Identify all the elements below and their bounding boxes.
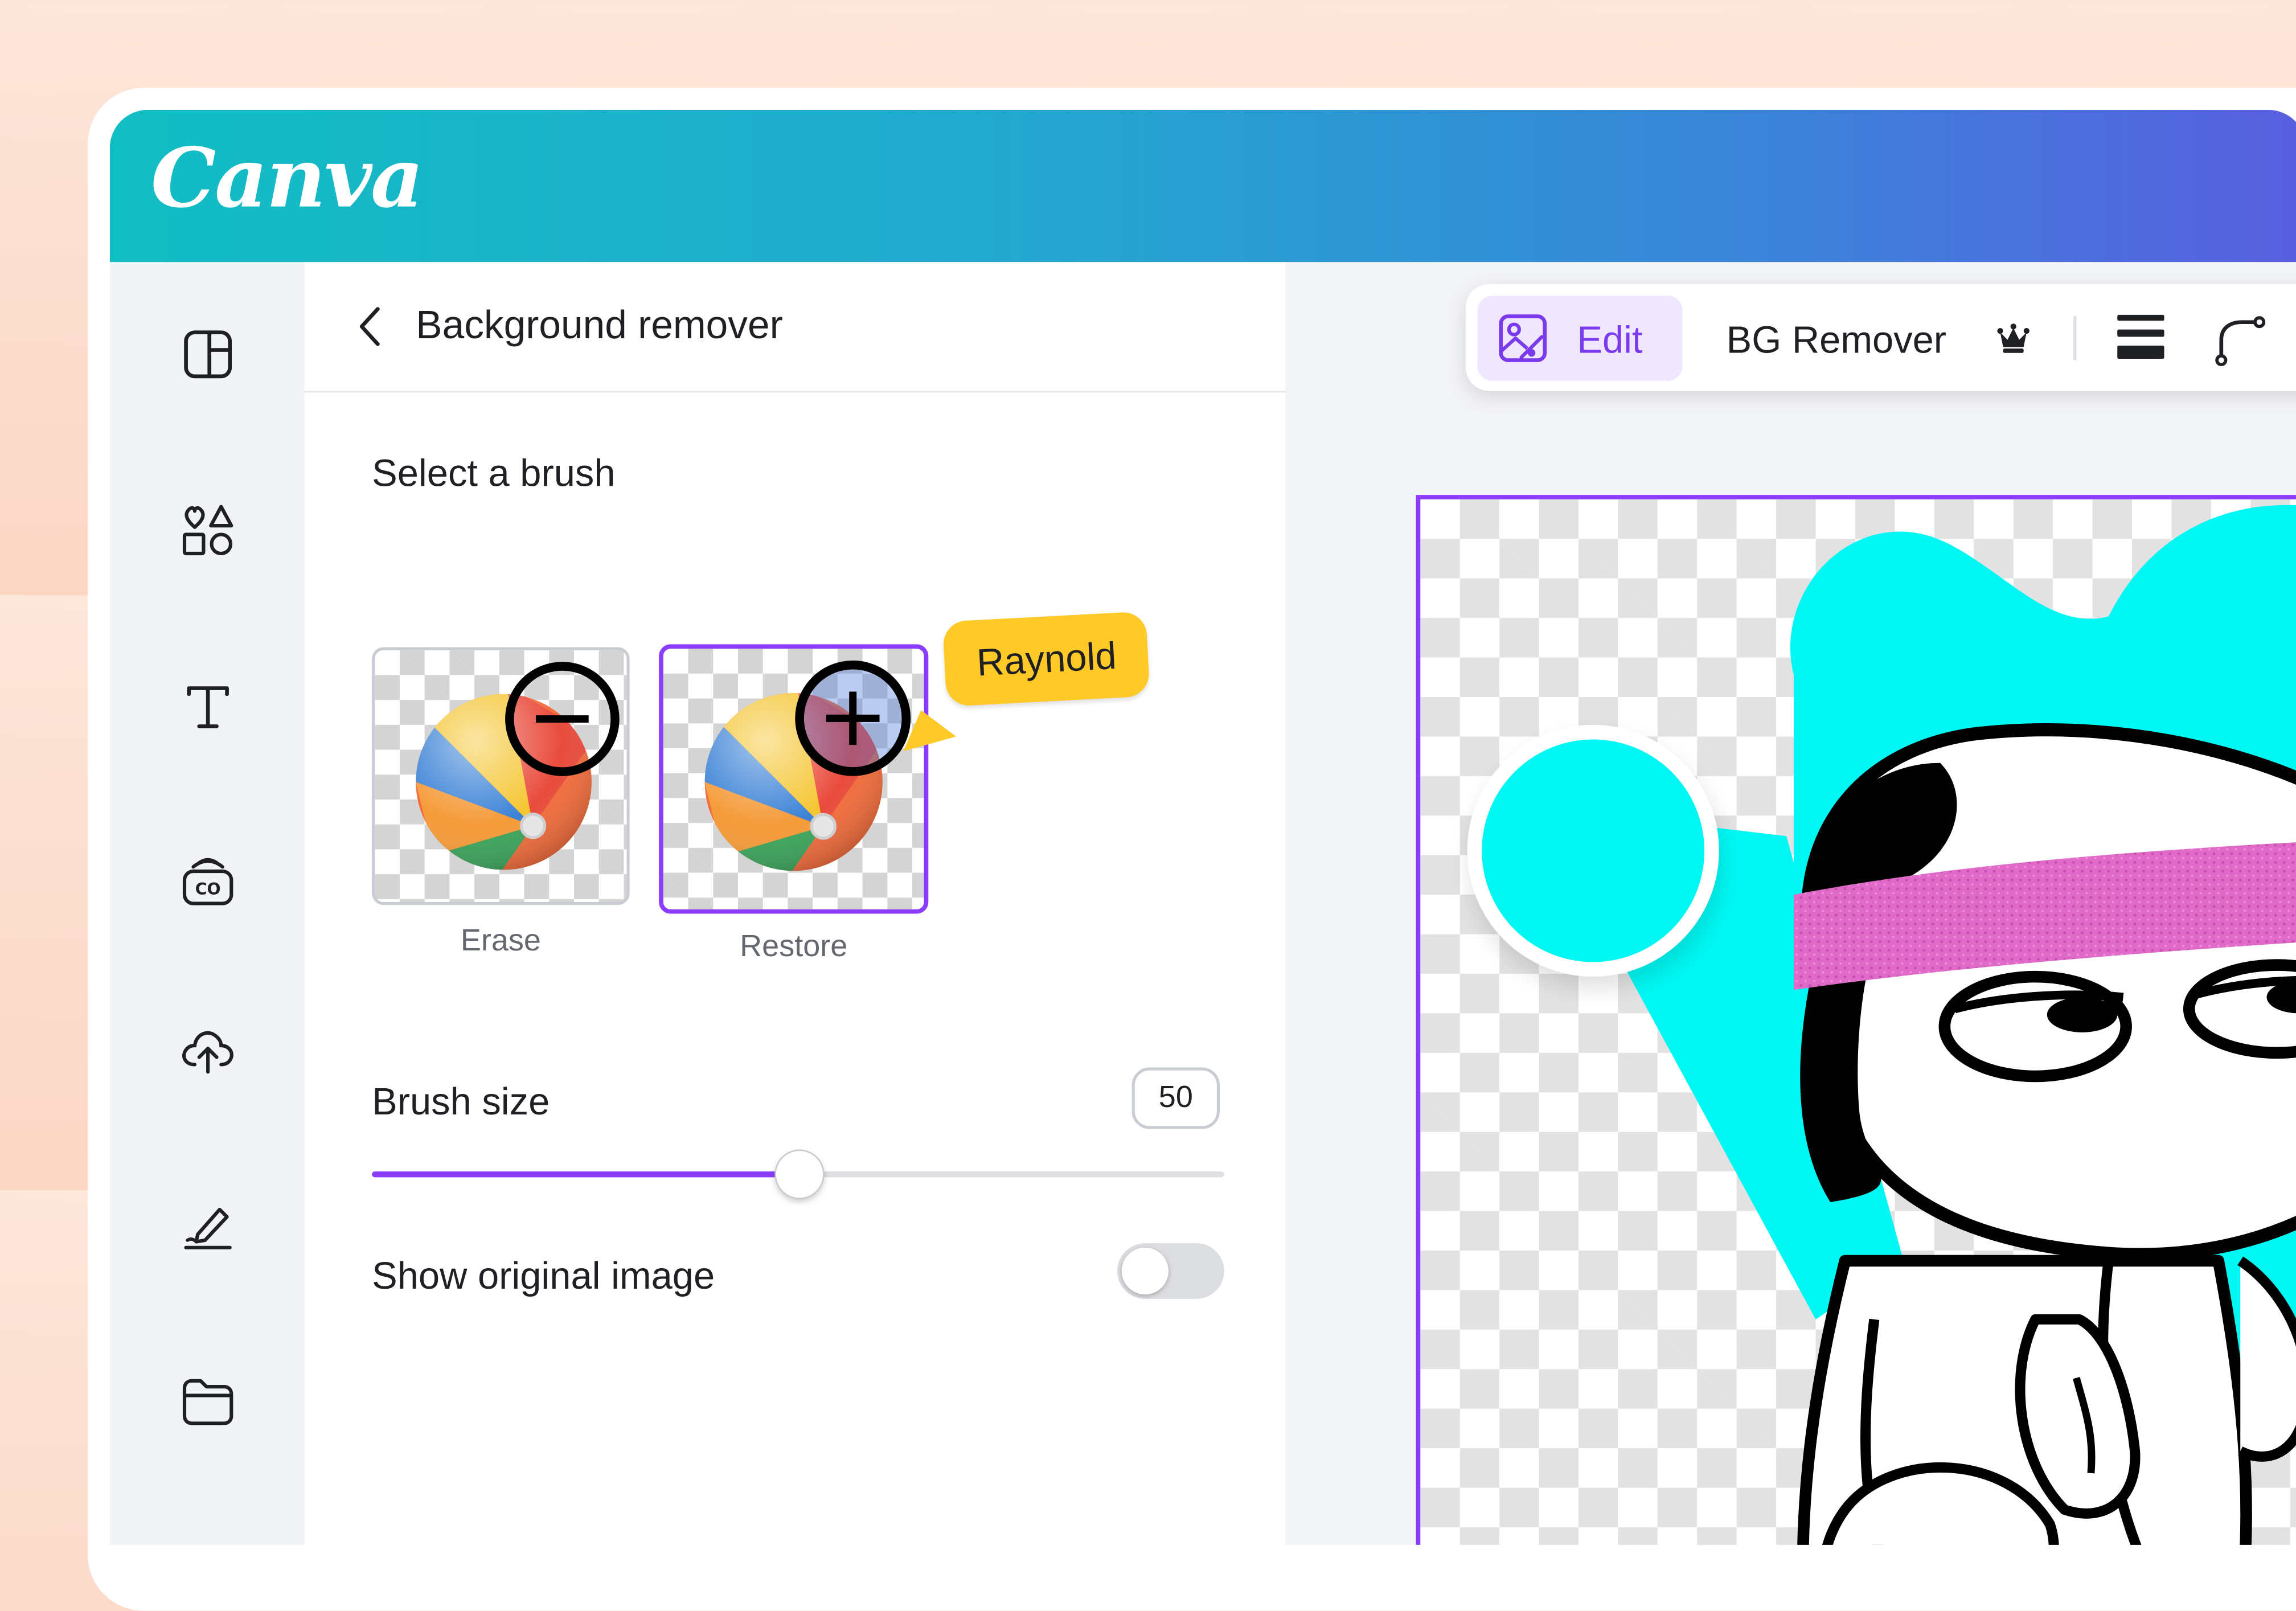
crown-icon (1997, 323, 2030, 353)
brush-size-slider[interactable] (372, 1149, 1224, 1199)
show-original-toggle[interactable] (1117, 1243, 1224, 1299)
cloud-upload-icon (182, 1031, 233, 1074)
image-edit-toolbar: Edit BG Remover (1465, 284, 2296, 391)
edit-button[interactable]: Edit (1477, 296, 1683, 381)
brand-co-icon: CO (182, 858, 233, 905)
collaborator-tag: Raynold (942, 611, 1151, 707)
sidebar-rail: CO (109, 262, 305, 1545)
panel-header: Background remover (304, 262, 1286, 393)
canvas-area: Edit BG Remover (1285, 262, 2296, 1545)
design-artboard[interactable] (1416, 495, 2296, 1545)
character-illustration (1467, 505, 2296, 1545)
sidebar-item-projects[interactable] (174, 1368, 241, 1435)
beach-ball-image (416, 662, 620, 870)
brush-size-label: Brush size (372, 1079, 550, 1124)
slider-thumb[interactable] (774, 1149, 825, 1199)
canva-logo[interactable]: Canva (151, 130, 424, 227)
sidebar-item-draw[interactable] (174, 1192, 241, 1259)
brush-size-value-input[interactable]: 50 (1131, 1067, 1220, 1129)
draw-pen-icon (184, 1207, 232, 1249)
text-icon (187, 686, 229, 728)
folder-icon (182, 1379, 233, 1425)
beach-ball-image (704, 660, 911, 871)
corner-rounding-icon[interactable] (2212, 310, 2268, 366)
brush-section-label: Select a brush (372, 450, 616, 495)
svg-text:CO: CO (195, 880, 221, 899)
sidebar-item-uploads[interactable] (174, 1016, 241, 1084)
edit-label: Edit (1577, 317, 1643, 362)
toggle-knob (1121, 1247, 1168, 1295)
sidebar-item-brand[interactable]: CO (174, 848, 241, 915)
erase-brush-label: Erase (460, 924, 541, 958)
border-style-icon[interactable] (2116, 313, 2166, 360)
image-edit-icon (1499, 314, 1547, 362)
show-original-label: Show original image (372, 1253, 715, 1298)
panel-title: Background remover (416, 303, 783, 347)
background-remover-panel: Background remover Select a brush Erase … (304, 262, 1288, 1545)
layout-panel-icon (184, 330, 232, 379)
toolbar-divider (2073, 316, 2077, 360)
sidebar-item-text[interactable] (174, 672, 241, 739)
restore-brush-option[interactable] (659, 644, 929, 914)
bg-remover-button[interactable]: BG Remover (1727, 318, 1946, 363)
restore-brush-label: Restore (740, 929, 848, 964)
chevron-left-icon (359, 307, 380, 346)
sidebar-item-elements[interactable] (174, 497, 241, 564)
canva-app-window: Canva CO Background remover Select a bru… (109, 109, 2296, 1545)
collaborator-pointer-icon (903, 710, 957, 752)
erase-brush-option[interactable] (372, 647, 630, 905)
elements-shapes-icon (182, 505, 233, 556)
sidebar-item-design[interactable] (174, 321, 241, 388)
app-header: Canva (109, 109, 2296, 263)
back-button[interactable] (348, 297, 392, 356)
slider-fill (372, 1171, 798, 1178)
